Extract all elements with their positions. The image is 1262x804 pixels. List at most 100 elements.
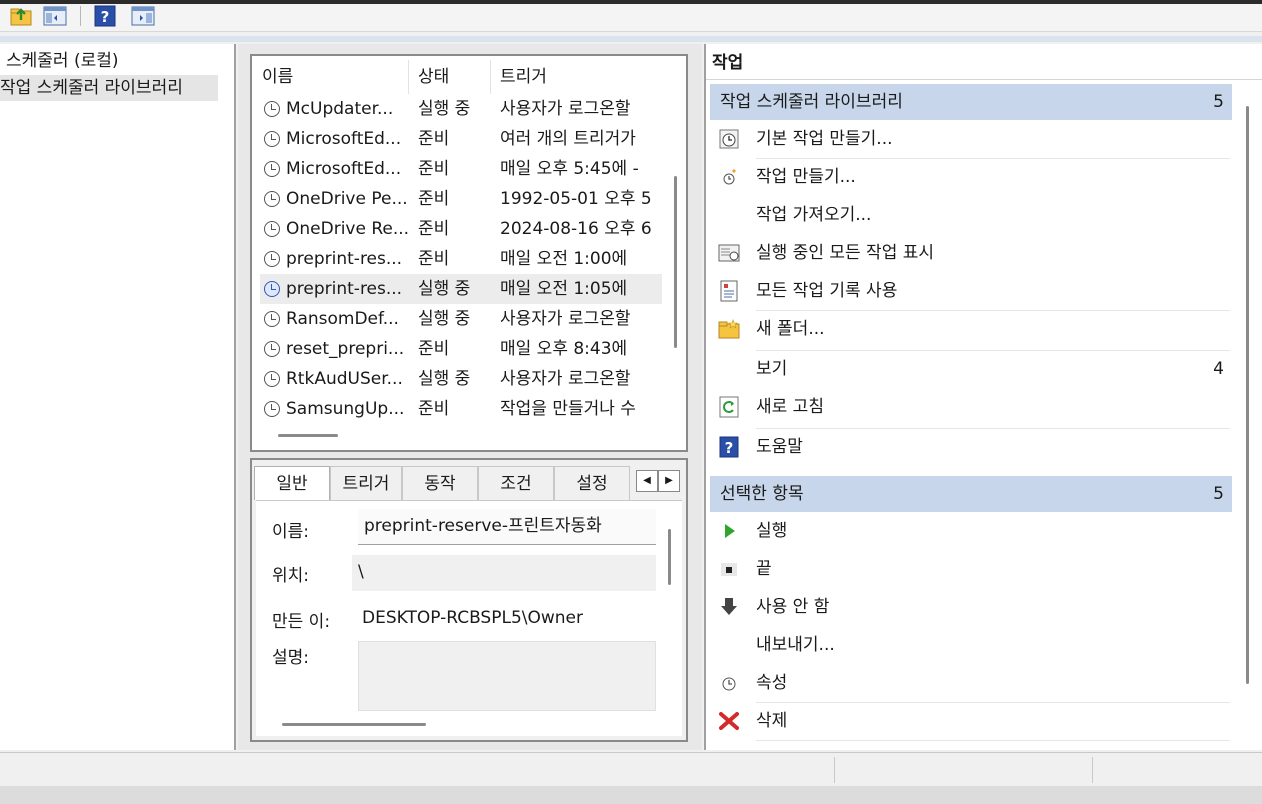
- show-hide-action-pane-button[interactable]: [130, 4, 156, 28]
- task-status: 실행 중: [418, 99, 471, 119]
- task-history-icon: [720, 280, 738, 302]
- tab-scroll-left-button[interactable]: ◀: [636, 470, 658, 492]
- action-refresh[interactable]: 새로 고침: [710, 388, 1232, 426]
- task-status: 준비: [418, 399, 450, 419]
- folder-up-icon: [10, 8, 32, 26]
- tree-item-scheduler-local[interactable]: 스케줄러 (로컬): [6, 48, 119, 74]
- column-header-name[interactable]: 이름: [262, 62, 293, 92]
- show-hide-console-tree-icon: [43, 6, 67, 26]
- action-label: 작업 만들기...: [756, 167, 856, 187]
- task-trigger: 사용자가 로그온할: [500, 309, 631, 329]
- action-help[interactable]: ? 도움말: [710, 428, 1232, 466]
- task-row[interactable]: RansomDef... 실행 중 사용자가 로그온할: [260, 304, 662, 334]
- action-create-basic-task[interactable]: 기본 작업 만들기...: [710, 120, 1232, 158]
- action-properties[interactable]: 속성: [710, 664, 1232, 702]
- task-status: 실행 중: [418, 279, 471, 299]
- section-header-selected-item[interactable]: 선택한 항목 5: [710, 476, 1232, 512]
- show-hide-console-tree-button[interactable]: [42, 4, 68, 28]
- task-status: 실행 중: [418, 309, 471, 329]
- detail-vertical-scrollbar[interactable]: [668, 529, 671, 585]
- action-run[interactable]: 실행: [710, 512, 1232, 550]
- task-row[interactable]: RtkAudUSer... 실행 중 사용자가 로그온할: [260, 364, 662, 394]
- general-tab-content: 이름: preprint-reserve-프린트자동화 위치: \ 만든 이: …: [256, 500, 682, 736]
- task-clock-icon: [264, 191, 280, 207]
- actions-vertical-scrollbar[interactable]: [1246, 106, 1249, 684]
- tab-actions[interactable]: 동작: [402, 466, 478, 500]
- column-header-trigger[interactable]: 트리거: [500, 62, 547, 92]
- column-divider[interactable]: [408, 60, 409, 94]
- svg-text:?: ?: [101, 8, 110, 26]
- tab-scroll-right-button[interactable]: ▶: [658, 470, 680, 492]
- new-folder-icon: [718, 319, 740, 339]
- name-field[interactable]: preprint-reserve-프린트자동화: [358, 509, 656, 545]
- location-field: \: [352, 555, 656, 591]
- task-scheduler-window: ? 스케줄러 (로컬) 작업 스케줄러 라이브러리 이름 상태 트리거 McUp…: [0, 0, 1262, 804]
- tree-item-task-scheduler-library[interactable]: 작업 스케줄러 라이브러리: [0, 75, 218, 101]
- action-export[interactable]: 내보내기...: [710, 626, 1232, 664]
- end-icon: [721, 563, 737, 576]
- author-field: DESKTOP-RCBSPL5\Owner: [356, 601, 656, 637]
- description-field[interactable]: [358, 641, 656, 711]
- action-end[interactable]: 끝: [710, 550, 1232, 588]
- section-title: 선택한 항목: [720, 484, 804, 504]
- disable-icon: [721, 598, 737, 615]
- task-row-selected[interactable]: preprint-res... 실행 중 매일 오전 1:05에: [260, 274, 662, 304]
- action-new-folder[interactable]: 새 폴더...: [710, 310, 1232, 348]
- task-clock-icon: [264, 341, 280, 357]
- action-enable-task-history[interactable]: 모든 작업 기록 사용: [710, 272, 1232, 310]
- tab-settings[interactable]: 설정: [554, 466, 630, 500]
- help-button[interactable]: ?: [92, 4, 118, 28]
- task-row[interactable]: reset_prepri... 준비 매일 오후 8:43에: [260, 334, 662, 364]
- properties-icon: [722, 677, 736, 691]
- create-basic-task-icon: [719, 129, 739, 149]
- action-label: 작업 가져오기...: [756, 205, 872, 225]
- task-list: 이름 상태 트리거 McUpdater... 실행 중 사용자가 로그온할 Mi…: [250, 54, 688, 452]
- task-row[interactable]: OneDrive Re... 준비 2024-08-16 오후 6: [260, 214, 662, 244]
- action-create-task[interactable]: 작업 만들기...: [710, 158, 1232, 196]
- action-display-running-tasks[interactable]: 실행 중인 모든 작업 표시: [710, 234, 1232, 272]
- column-header-status[interactable]: 상태: [418, 62, 449, 92]
- tab-triggers[interactable]: 트리거: [330, 466, 402, 500]
- action-disable[interactable]: 사용 안 함: [710, 588, 1232, 626]
- action-label: 실행: [756, 521, 788, 541]
- task-trigger: 1992-05-01 오후 5: [500, 189, 652, 209]
- folder-up-button[interactable]: [8, 4, 34, 28]
- task-row[interactable]: preprint-res... 준비 매일 오전 1:00에: [260, 244, 662, 274]
- refresh-icon: [719, 396, 739, 418]
- column-divider[interactable]: [490, 60, 491, 94]
- action-view[interactable]: 보기 4: [710, 350, 1232, 388]
- task-row[interactable]: OneDrive Pe... 준비 1992-05-01 오후 5: [260, 184, 662, 214]
- detail-horizontal-scrollbar[interactable]: [282, 723, 426, 726]
- task-row[interactable]: MicrosoftEd... 준비 여러 개의 트리거가: [260, 124, 662, 154]
- task-row[interactable]: SamsungUp... 준비 작업을 만들거나 수: [260, 394, 662, 424]
- divider: [706, 79, 1262, 80]
- console-tree: 스케줄러 (로컬) 작업 스케줄러 라이브러리: [0, 44, 236, 750]
- section-header-library[interactable]: 작업 스케줄러 라이브러리 5: [710, 84, 1232, 120]
- status-divider: [834, 757, 835, 783]
- submenu-count: 4: [1213, 359, 1224, 379]
- task-name: RansomDef...: [286, 309, 399, 329]
- location-label: 위치:: [272, 566, 310, 586]
- divider: [756, 740, 1230, 741]
- task-clock-icon: [264, 401, 280, 417]
- task-detail-panel: 일반 트리거 동작 조건 설정 ◀ ▶ 이름: preprint-reserve…: [250, 458, 688, 742]
- task-status: 준비: [418, 189, 450, 209]
- section-count: 5: [1213, 484, 1224, 504]
- toolbar-separator: [80, 6, 81, 26]
- tree-item-label: 스케줄러 (로컬): [6, 51, 119, 71]
- tab-conditions[interactable]: 조건: [478, 466, 554, 500]
- task-list-horizontal-scrollbar[interactable]: [278, 434, 338, 437]
- pane-top-border: [0, 36, 1262, 42]
- tab-general[interactable]: 일반: [254, 466, 330, 500]
- action-label: 기본 작업 만들기...: [756, 129, 893, 149]
- action-label: 도움말: [756, 437, 803, 457]
- task-status: 준비: [418, 249, 450, 269]
- task-row[interactable]: MicrosoftEd... 준비 매일 오후 5:45에 -: [260, 154, 662, 184]
- task-status: 준비: [418, 159, 450, 179]
- task-row[interactable]: McUpdater... 실행 중 사용자가 로그온할: [260, 94, 662, 124]
- task-list-vertical-scrollbar[interactable]: [674, 176, 677, 348]
- task-status: 준비: [418, 219, 450, 239]
- action-delete[interactable]: 삭제: [710, 702, 1232, 740]
- action-import-task[interactable]: 작업 가져오기...: [710, 196, 1232, 234]
- task-name: preprint-res...: [286, 249, 403, 269]
